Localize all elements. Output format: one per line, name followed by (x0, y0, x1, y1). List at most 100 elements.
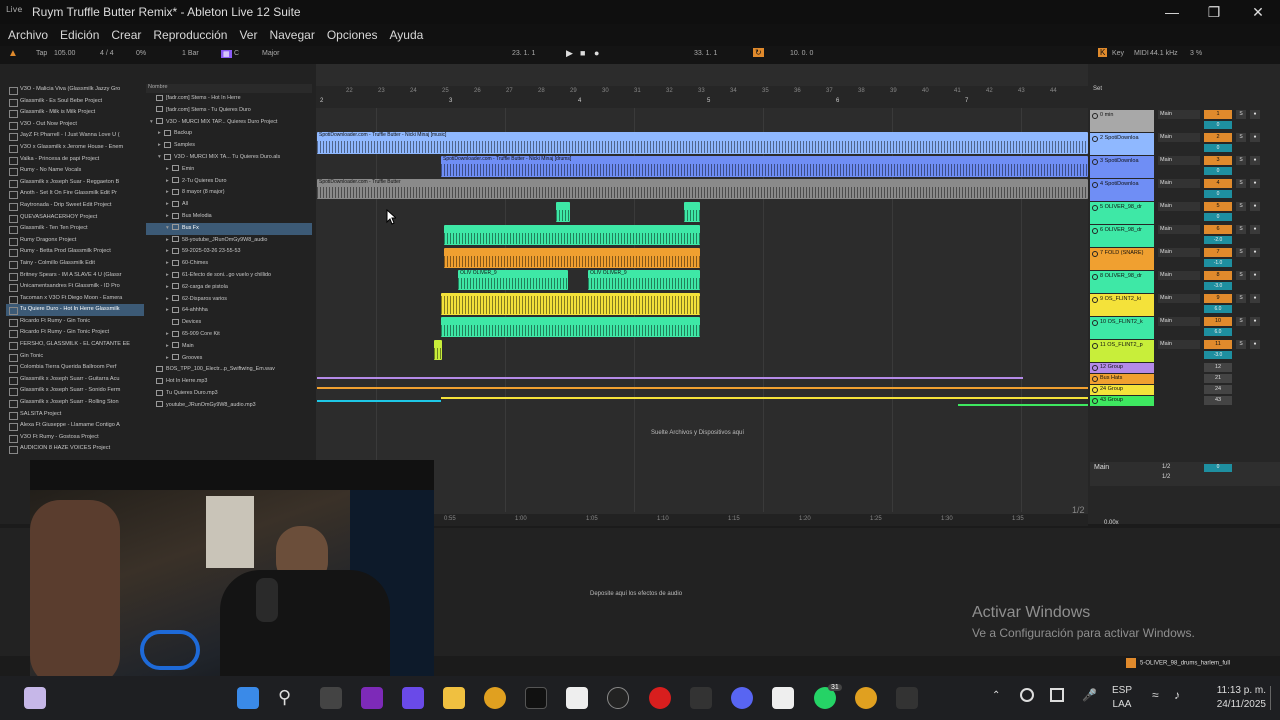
time-ruler[interactable]: 0:55 1:00 1:05 1:10 1:15 1:20 1:25 1:30 1:35 (434, 514, 1088, 526)
capcut-icon[interactable] (566, 687, 588, 709)
wifi-icon[interactable]: ≈ (1152, 688, 1159, 702)
place-item[interactable]: Rumy - No Name Vocals (6, 165, 144, 177)
arm-button[interactable]: ● (1250, 133, 1260, 142)
track-activator-icon[interactable] (1092, 159, 1098, 165)
place-item[interactable]: V3O - Out Now Project (6, 119, 144, 131)
track-output-select[interactable]: Main (1158, 133, 1200, 142)
track-volume[interactable]: 6.0 (1204, 305, 1232, 313)
solo-button[interactable]: S (1236, 202, 1246, 211)
solo-button[interactable]: S (1236, 225, 1246, 234)
clip-oliver-d[interactable]: OLIV OLIVER_9 (458, 270, 568, 290)
chrome-icon[interactable] (484, 687, 506, 709)
place-item[interactable]: Alexa Ft Giuseppe - Llamame Contigo A (6, 420, 144, 432)
file-item[interactable]: Devices (146, 317, 312, 329)
file-item[interactable]: ▸ 64-ahhhha (146, 305, 312, 317)
tap-button[interactable]: Tap (36, 50, 47, 57)
chrome-profile-icon[interactable] (855, 687, 877, 709)
track-header[interactable]: 8 OLIVER_98_dr (1090, 271, 1154, 293)
track-output-select[interactable]: Main (1158, 202, 1200, 211)
place-item[interactable]: Tainy - Colmillo Glassmilk Edit (6, 258, 144, 270)
track-activator-icon[interactable] (1092, 365, 1098, 371)
track-activator-icon[interactable] (1092, 274, 1098, 280)
track-header[interactable]: 9 OS_FLINT2_ki (1090, 294, 1154, 316)
minimize-button[interactable]: — (1150, 0, 1194, 24)
file-item[interactable]: ▸ Emin (146, 164, 312, 176)
close-button[interactable]: ✕ (1236, 0, 1280, 24)
track-number-button[interactable]: 2 (1204, 133, 1232, 142)
track-output-select[interactable]: Main (1158, 110, 1200, 119)
track-activator-icon[interactable] (1092, 136, 1098, 142)
automation-lane-hats[interactable] (317, 387, 1088, 389)
file-item[interactable]: ▸ Main (146, 341, 312, 353)
track-number-button[interactable]: 11 (1204, 340, 1232, 349)
file-item[interactable]: ▸ 61-Efecto de soni...go vuelo y chillido (146, 270, 312, 282)
track-output-select[interactable]: Main (1158, 294, 1200, 303)
place-item[interactable]: Rumy - Betta Prod Glassmilk Project (6, 246, 144, 258)
widgets-icon[interactable] (24, 687, 46, 709)
track-output-select[interactable]: Main (1158, 179, 1200, 188)
place-item[interactable]: V3O Ft Rumy - Gostosa Project (6, 432, 144, 444)
loop-toggle-icon[interactable]: ↻ (753, 48, 764, 57)
track-volume[interactable]: 0 (1204, 190, 1232, 198)
file-item[interactable]: ▾ V3O - MURCI MIX TA... Tu Quieres Duro.a… (146, 152, 312, 164)
clip-flint-k[interactable] (441, 317, 700, 337)
group-track-header[interactable]: 43 Group (1090, 396, 1154, 406)
clip-snare[interactable] (444, 248, 700, 268)
arm-button[interactable]: ● (1250, 340, 1260, 349)
place-item[interactable]: QUEVASAHACERHOY Project (6, 212, 144, 224)
menu-opciones[interactable]: Opciones (327, 28, 378, 42)
file-item[interactable]: [fadr.com] Stems - Tu Quieres Duro (146, 105, 312, 117)
midi-map-label[interactable]: MIDI (1134, 50, 1149, 57)
place-item[interactable]: Anoth - Set It On Fire Glassmilk Edit Pr (6, 188, 144, 200)
track-output-select[interactable]: Main (1158, 156, 1200, 165)
menu-crear[interactable]: Crear (111, 28, 141, 42)
arm-button[interactable]: ● (1250, 317, 1260, 326)
scale-icon[interactable]: ▦ (221, 50, 232, 58)
track-header[interactable]: 5 OLIVER_98_dr (1090, 202, 1154, 224)
clip-flint-kick[interactable] (441, 293, 700, 315)
arm-button[interactable]: ● (1250, 294, 1260, 303)
track-activator-icon[interactable] (1092, 387, 1098, 393)
track-output-select[interactable]: Main (1158, 248, 1200, 257)
tray-sync-icon[interactable] (1050, 688, 1064, 702)
track-number-button[interactable]: 8 (1204, 271, 1232, 280)
arm-button[interactable]: ● (1250, 156, 1260, 165)
automation-lane-group[interactable] (317, 377, 1023, 379)
link-icon[interactable]: ▲ (8, 48, 18, 59)
play-icon[interactable]: ▶ (566, 48, 573, 59)
track-number-button[interactable]: 5 (1204, 202, 1232, 211)
key-map-label[interactable]: Key (1112, 50, 1124, 57)
track-activator-icon[interactable] (1092, 182, 1098, 188)
place-item[interactable]: Unicamentsandres Ft Glassmilk - ID Pro (6, 281, 144, 293)
track-header[interactable]: 6 OLIVER_98_dr (1090, 225, 1154, 247)
beat-ruler[interactable]: 22 23 24 25 26 27 28 29 30 31 32 33 34 35 36 37 38 39 40 41… (316, 86, 1088, 108)
loop-length[interactable]: 10. 0. 0 (790, 50, 813, 57)
track-volume[interactable]: 6.0 (1204, 328, 1232, 336)
clip-music[interactable]: SpotiDownloader.com - Truffle Butter - N… (317, 132, 1088, 154)
file-item[interactable]: ▾ V3O - MURCI MIX TAP... Quieres Duro Pro… (146, 117, 312, 129)
group-number-button[interactable]: 21 (1204, 374, 1232, 383)
place-item[interactable]: Glassmilk - Es Soul Bebe Project (6, 96, 144, 108)
clip-oliver-e[interactable]: OLIV OLIVER_9 (588, 270, 700, 290)
bar-marker[interactable]: 5 (707, 98, 710, 104)
group-number-button[interactable]: 12 (1204, 363, 1232, 372)
quantize-select[interactable]: 1 Bar (182, 50, 199, 57)
track-activator-icon[interactable] (1092, 251, 1098, 257)
file-item[interactable]: BOS_TPP_100_Electr...p_Swiftwing_Em.wav (146, 364, 312, 376)
bar-marker[interactable]: 3 (449, 98, 452, 104)
tempo-field[interactable]: 105.00 (54, 50, 75, 57)
file-item[interactable]: ▾ Bus Fx (146, 222, 312, 235)
place-item[interactable]: Ricardo Ft Rumy - Gin Tonic Project (6, 327, 144, 339)
main-route-2[interactable]: 1/2 (1162, 474, 1170, 480)
automation-lane-24[interactable] (441, 397, 1088, 399)
key-select[interactable]: C (234, 50, 239, 57)
place-item[interactable]: V3O - Malicia Viva (Glassmilk Jazzy Gro (6, 84, 144, 96)
track-number-button[interactable]: 9 (1204, 294, 1232, 303)
solo-button[interactable]: S (1236, 179, 1246, 188)
track-output-select[interactable]: Main (1158, 225, 1200, 234)
track-header[interactable]: 3 SpotiDownloa (1090, 156, 1154, 178)
solo-button[interactable]: S (1236, 271, 1246, 280)
clip-oliver-b[interactable] (684, 202, 700, 222)
group-track-header[interactable]: 12 Group (1090, 363, 1154, 373)
scale-select[interactable]: Major (262, 50, 280, 57)
